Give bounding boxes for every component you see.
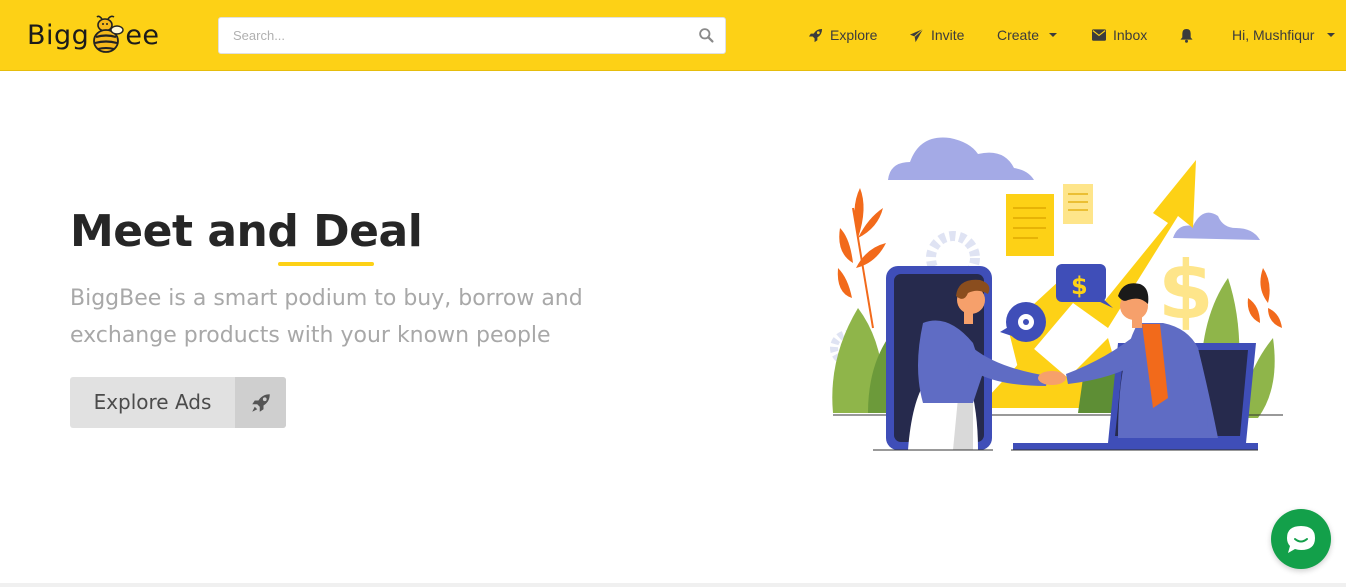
chat-button[interactable] — [1271, 509, 1331, 569]
note-shape — [1063, 184, 1093, 224]
bell-icon — [1180, 28, 1193, 43]
explore-ads-button[interactable]: Explore Ads — [70, 377, 286, 428]
search-box — [218, 17, 726, 54]
nav-explore[interactable]: Explore — [808, 24, 877, 46]
nav-invite[interactable]: Invite — [909, 24, 964, 46]
svg-text:$: $ — [1071, 272, 1088, 300]
rocket-icon — [235, 377, 286, 428]
top-navbar: Bigg ee Explore In — [0, 0, 1346, 71]
logo-text-left: Bigg — [27, 19, 90, 51]
handshake-deal-illustration: $ $ — [830, 137, 1283, 451]
page-title: Meet and Deal — [70, 206, 423, 257]
nav-notifications[interactable] — [1180, 24, 1200, 46]
nav-inbox-label: Inbox — [1113, 27, 1148, 43]
chat-bubble-icon — [1287, 526, 1315, 553]
nav-explore-label: Explore — [830, 27, 878, 43]
user-menu[interactable]: Hi, Mushfiqur — [1232, 24, 1336, 46]
svg-text:$: $ — [1158, 244, 1214, 337]
cloud-shape — [888, 137, 1034, 180]
bee-icon — [93, 15, 125, 53]
logo-text-right: ee — [125, 19, 160, 51]
hero-subtitle: BiggBee is a smart podium to buy, borrow… — [70, 286, 583, 348]
caret-down-icon — [1049, 33, 1058, 37]
envelope-icon — [1092, 29, 1106, 41]
search-input[interactable] — [219, 18, 689, 53]
title-underline — [278, 262, 374, 266]
note-shape — [1006, 194, 1054, 256]
rocket-icon — [808, 28, 823, 42]
nav-create[interactable]: Create — [997, 24, 1058, 46]
logo[interactable]: Bigg ee — [27, 12, 160, 58]
nav-inbox[interactable]: Inbox — [1092, 24, 1147, 46]
nav-invite-label: Invite — [931, 27, 965, 43]
page-divider — [0, 583, 1346, 587]
paper-plane-icon — [909, 28, 924, 42]
explore-ads-label: Explore Ads — [93, 390, 212, 414]
caret-down-icon — [1327, 33, 1336, 37]
nav-create-label: Create — [997, 27, 1040, 43]
search-icon[interactable] — [698, 27, 715, 44]
user-greeting: Hi, Mushfiqur — [1232, 27, 1315, 43]
